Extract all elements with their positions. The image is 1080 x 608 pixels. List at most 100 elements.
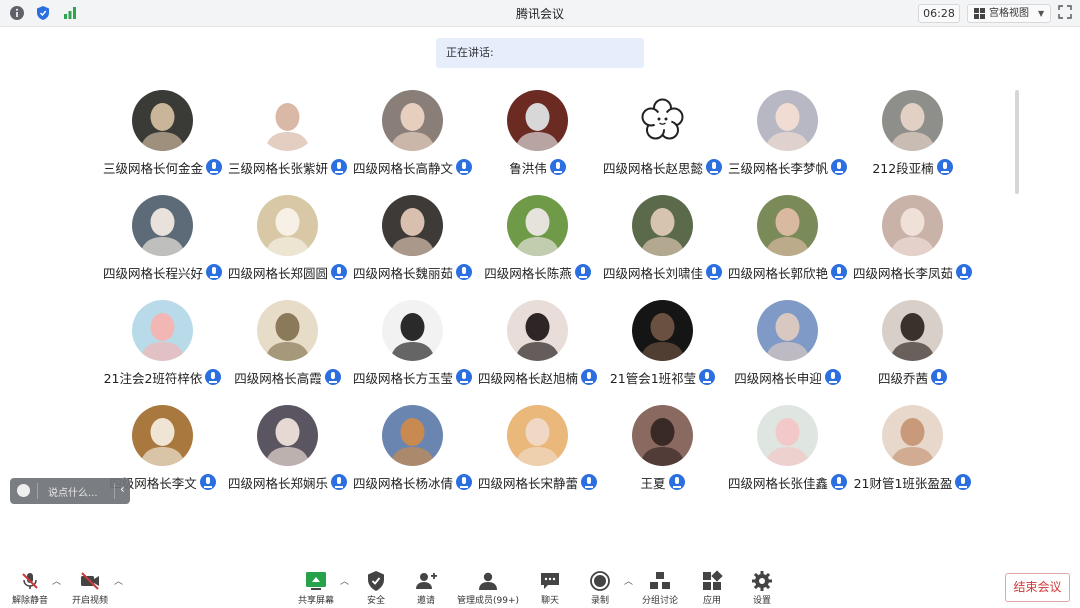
participant-tile[interactable]: 四级网格长张佳鑫 [725, 405, 850, 510]
participant-tile[interactable]: 四级网格长宋静蕾 [475, 405, 600, 510]
participant-tile[interactable]: 四级网格长刘啸佳 [600, 195, 725, 300]
breakout-rooms-icon [650, 572, 670, 589]
participant-tile[interactable]: 四级网格长陈燕 [475, 195, 600, 300]
participant-tile[interactable]: 四级网格长程兴好 [100, 195, 225, 300]
participant-name-row: 四级网格长高静文 [350, 157, 475, 177]
participant-name: 四级网格长宋静蕾 [477, 475, 578, 491]
mic-icon [706, 159, 722, 175]
start-video-button[interactable]: 开启视频 [60, 570, 120, 608]
mic-icon [699, 369, 716, 385]
participant-name-row: 四级网格长宋静蕾 [475, 472, 600, 492]
participant-tile[interactable]: 四级网格长高霞 [225, 300, 350, 405]
participant-name: 21管会1班祁莹 [609, 370, 697, 386]
participant-tile[interactable]: 四级网格长赵思懿 [600, 90, 725, 195]
mic-icon [581, 474, 597, 490]
participant-name-row: 21管会1班祁莹 [600, 367, 725, 387]
participant-name: 21财管1班张盈盈 [853, 475, 953, 491]
mic-icon [831, 264, 847, 280]
participant-name-row: 四级网格长郑圆圆 [225, 262, 350, 282]
chevron-up-icon[interactable]: ︿ [114, 574, 123, 587]
emoji-icon[interactable] [17, 484, 30, 497]
view-mode-button[interactable]: 宫格视图 ▼ [967, 4, 1051, 23]
participant-name: 212段亚楠 [872, 160, 934, 176]
participant-tile[interactable]: 四级乔茜 [850, 300, 975, 405]
mic-icon [831, 474, 847, 490]
avatar [132, 300, 193, 361]
participant-tile[interactable]: 鲁洪伟 [475, 90, 600, 195]
mic-icon [668, 474, 685, 490]
add-user-icon [416, 573, 437, 589]
chat-quick-input[interactable]: 说点什么... ‹ [10, 478, 130, 504]
mic-icon [456, 474, 472, 490]
end-meeting-button[interactable]: 结束会议 [1005, 573, 1070, 602]
participant-name-row: 212段亚楠 [850, 157, 975, 177]
participant-tile[interactable]: 21注会2班符梓依 [100, 300, 225, 405]
participant-tile[interactable]: 四级网格长方玉莹 [350, 300, 475, 405]
participant-tile[interactable]: 21管会1班祁莹 [600, 300, 725, 405]
participant-tile[interactable]: 四级网格长魏丽茹 [350, 195, 475, 300]
fullscreen-icon[interactable] [1058, 5, 1072, 19]
collapse-icon[interactable]: ‹ [120, 482, 125, 496]
mic-icon [549, 159, 566, 175]
participant-name-row: 四级网格长刘啸佳 [600, 262, 725, 282]
mic-icon [581, 369, 597, 385]
participant-name: 四级网格长申迎 [734, 370, 822, 386]
participant-name: 四级网格长郑圆圆 [227, 265, 328, 281]
participant-tile[interactable]: 四级网格长郑圆圆 [225, 195, 350, 300]
participant-name-row: 21财管1班张盈盈 [850, 472, 975, 492]
avatar [632, 195, 693, 256]
members-icon [479, 572, 497, 590]
participant-name-row: 四级网格长高霞 [225, 367, 350, 387]
participant-tile[interactable]: 王夏 [600, 405, 725, 510]
participant-name: 三级网格长何金金 [102, 160, 203, 176]
participant-tile[interactable]: 四级网格长申迎 [725, 300, 850, 405]
avatar [132, 405, 193, 466]
participant-name-row: 四级网格长申迎 [725, 367, 850, 387]
avatar [382, 195, 443, 256]
participant-grid: 三级网格长何金金 三级网格长张紫妍 四级网格长高静文 鲁洪伟 四级网格长赵思懿 三级网格长… [100, 90, 975, 510]
participant-name: 四级网格长郭欣艳 [727, 265, 828, 281]
participant-tile[interactable]: 三级网格长李梦帆 [725, 90, 850, 195]
avatar [507, 195, 568, 256]
participant-tile[interactable]: 三级网格长张紫妍 [225, 90, 350, 195]
scrollbar[interactable] [1015, 90, 1019, 194]
participant-name-row: 四级网格长方玉莹 [350, 367, 475, 387]
invite-button[interactable]: 邀请 [396, 570, 456, 608]
mic-icon [456, 159, 472, 175]
meeting-timer: 06:28 [918, 4, 960, 23]
participant-tile[interactable]: 四级网格长高静文 [350, 90, 475, 195]
participant-tile[interactable]: 四级网格长赵旭楠 [475, 300, 600, 405]
participant-tile[interactable]: 212段亚楠 [850, 90, 975, 195]
participant-name: 四级网格长程兴好 [102, 265, 203, 281]
settings-button[interactable]: 设置 [732, 570, 792, 608]
participant-tile[interactable]: 四级网格长李凤茹 [850, 195, 975, 300]
participant-name-row: 四级网格长郑娴乐 [225, 472, 350, 492]
divider [114, 483, 115, 499]
participant-tile[interactable]: 三级网格长何金金 [100, 90, 225, 195]
mic-icon [331, 264, 347, 280]
avatar [632, 405, 693, 466]
participant-name: 四级网格长高霞 [234, 370, 322, 386]
participant-name-row: 四级乔茜 [850, 367, 975, 387]
avatar [757, 405, 818, 466]
mic-icon [205, 369, 222, 385]
avatar [632, 300, 693, 361]
avatar [882, 405, 943, 466]
manage-members-button[interactable]: 管理成员(99+) [457, 570, 519, 608]
title-bar: 腾讯会议 06:28 宫格视图 ▼ [0, 0, 1080, 27]
video-off-icon [81, 572, 99, 590]
participant-name-row: 王夏 [600, 472, 725, 492]
avatar [507, 90, 568, 151]
chevron-down-icon: ▼ [1038, 9, 1045, 18]
participant-tile[interactable]: 四级网格长杨冰倩 [350, 405, 475, 510]
participant-tile[interactable]: 四级网格长郭欣艳 [725, 195, 850, 300]
participant-tile[interactable]: 21财管1班张盈盈 [850, 405, 975, 510]
participant-name: 四级网格长陈燕 [484, 265, 572, 281]
bottom-toolbar: 解除静音 ︿ 开启视频 ︿ 共享屏幕 ︿ 安全 邀请 管理成员(99+) 聊天 … [0, 560, 1080, 608]
participant-name-row: 四级网格长程兴好 [100, 262, 225, 282]
participant-name: 四级网格长方玉莹 [352, 370, 453, 386]
mic-icon [824, 369, 841, 385]
speaking-indicator: 正在讲话: [436, 38, 644, 68]
participant-tile[interactable]: 四级网格长郑娴乐 [225, 405, 350, 510]
participant-name-row: 三级网格长何金金 [100, 157, 225, 177]
